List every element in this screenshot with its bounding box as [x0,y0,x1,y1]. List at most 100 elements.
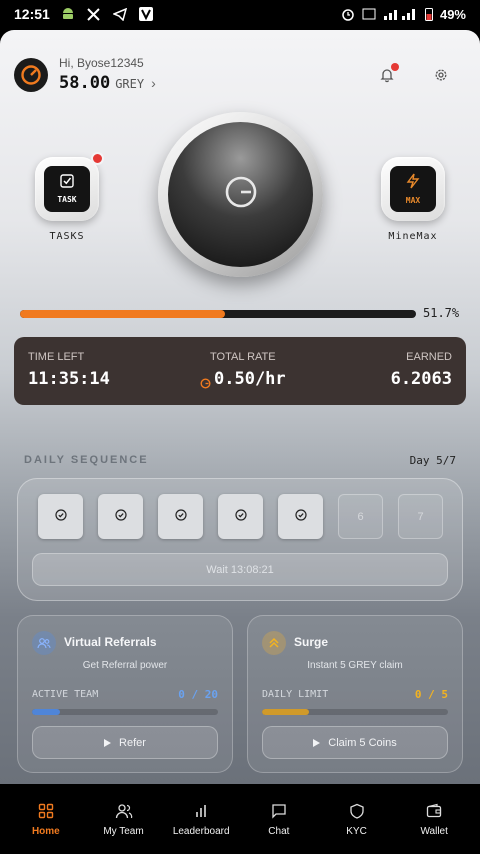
tasks-notification-dot [91,152,104,165]
battery-percent: 49% [439,6,466,22]
nav-kyc[interactable]: KYC [318,802,396,837]
play-icon [313,738,321,747]
android-icon [60,6,76,22]
daily-limit-value: 0 / 5 [414,688,448,701]
virtual-referrals-card: Virtual Referrals Get Referral power ACT… [17,615,233,773]
day-1-box[interactable] [38,494,83,539]
day-2-box[interactable] [98,494,143,539]
day-4-box[interactable] [218,494,263,539]
settings-button[interactable] [430,66,452,88]
app-logo[interactable] [14,57,48,92]
balance-amount: 58.00 [59,73,111,93]
wait-button[interactable]: Wait 13:08:21 [32,553,448,586]
minemax-label: MineMax [388,231,438,242]
surge-subtitle: Instant 5 GREY claim [307,660,403,671]
chat-icon [270,802,288,820]
day-6-box[interactable]: 6 [338,494,383,539]
header: Hi, Byose12345 58.00 GREY › [14,56,156,93]
leaderboard-icon [192,802,210,820]
x-icon [86,6,102,22]
notifications-button[interactable] [376,63,399,88]
nav-chat[interactable]: Chat [240,802,318,837]
daily-sequence-title: DAILY SEQUENCE [24,454,149,466]
nav-home-label: Home [31,825,60,837]
bottom-nav: Home My Team Leaderboard Chat KYC Wallet [7,792,473,846]
earned-label: EARNED [406,351,452,363]
lightning-icon [406,173,420,194]
chevrons-up-icon [262,631,286,655]
nav-chat-label: Chat [268,825,290,837]
total-rate-label: TOTAL RATE [210,351,276,363]
surge-title: Surge [294,635,329,649]
nav-leaderboard-label: Leaderboard [172,825,230,837]
task-checkbox-icon [60,174,74,193]
daily-limit-bar-fill [262,709,309,715]
tasks-button[interactable]: TASK [35,152,104,221]
nav-my-team[interactable]: My Team [85,802,163,837]
mining-orb-button[interactable] [158,112,323,277]
nav-wallet-label: Wallet [420,825,448,837]
daily-limit-label: DAILY LIMIT [262,689,329,700]
mining-progress-fill [20,310,225,318]
nav-leaderboard[interactable]: Leaderboard [162,802,240,837]
battery-icon [424,6,434,22]
referrals-title: Virtual Referrals [64,635,157,649]
mining-progress-percent: 51.7% [423,306,460,320]
gear-icon [433,67,449,88]
nav-home[interactable]: Home [7,802,85,837]
minemax-icon-text: MAX [405,196,421,205]
minemax-button[interactable]: MAX [381,157,445,221]
day-5-box[interactable] [278,494,323,539]
earned-value: 6.2063 [390,369,452,389]
tasks-label: TASKS [49,231,85,242]
play-icon [104,738,112,747]
check-circle-icon [294,508,307,526]
telegram-icon [112,6,128,22]
home-grid-icon [37,802,55,820]
time-left-label: TIME LEFT [28,351,85,363]
chevron-right-icon: › [151,75,156,91]
tasks-icon-text: TASK [57,195,77,204]
signal-icon [382,6,418,22]
daily-sequence-day: Day 5/7 [409,454,456,467]
team-icon [32,631,56,655]
daily-limit-bar [262,709,448,715]
refer-button-label: Refer [119,736,146,749]
check-circle-icon [234,508,247,526]
volte-icon [362,6,376,22]
v-app-icon [138,6,154,22]
status-time: 12:51 [14,6,50,22]
shield-icon [348,802,366,820]
check-circle-icon [54,508,67,526]
app-screen: Hi, Byose12345 58.00 GREY › TASK TASKS M… [0,30,480,784]
day-7-box[interactable]: 7 [398,494,443,539]
nav-my-team-label: My Team [103,825,144,837]
surge-card: Surge Instant 5 GREY claim DAILY LIMIT 0… [247,615,463,773]
time-left-value: 11:35:14 [28,369,110,389]
nav-kyc-label: KYC [346,825,367,837]
greeting-text: Hi, Byose12345 [59,56,144,70]
alarm-icon [340,6,356,22]
refer-button[interactable]: Refer [32,726,218,759]
mining-progress-bar [20,310,416,318]
grey-coin-icon [200,374,211,389]
referrals-subtitle: Get Referral power [82,660,168,671]
check-circle-icon [114,508,127,526]
power-icon [224,175,258,214]
nav-wallet[interactable]: Wallet [395,802,473,837]
claim-coins-button[interactable]: Claim 5 Coins [262,726,448,759]
balance-link[interactable]: 58.00 GREY › [59,73,156,93]
total-rate-value: 0.50/hr [214,369,286,389]
team-icon [115,802,133,820]
active-team-bar [32,709,218,715]
daily-sequence-panel: 6 7 Wait 13:08:21 [17,478,463,601]
claim-coins-label: Claim 5 Coins [328,736,397,749]
day-3-box[interactable] [158,494,203,539]
mining-stats-panel: TIME LEFT 11:35:14 TOTAL RATE 0.50/hr EA… [14,337,466,405]
active-team-value: 0 / 20 [178,688,218,701]
notification-dot [391,63,399,71]
status-bar: 12:51 49% [0,0,480,28]
wallet-icon [425,802,443,820]
balance-currency: GREY [115,77,145,91]
check-circle-icon [174,508,187,526]
